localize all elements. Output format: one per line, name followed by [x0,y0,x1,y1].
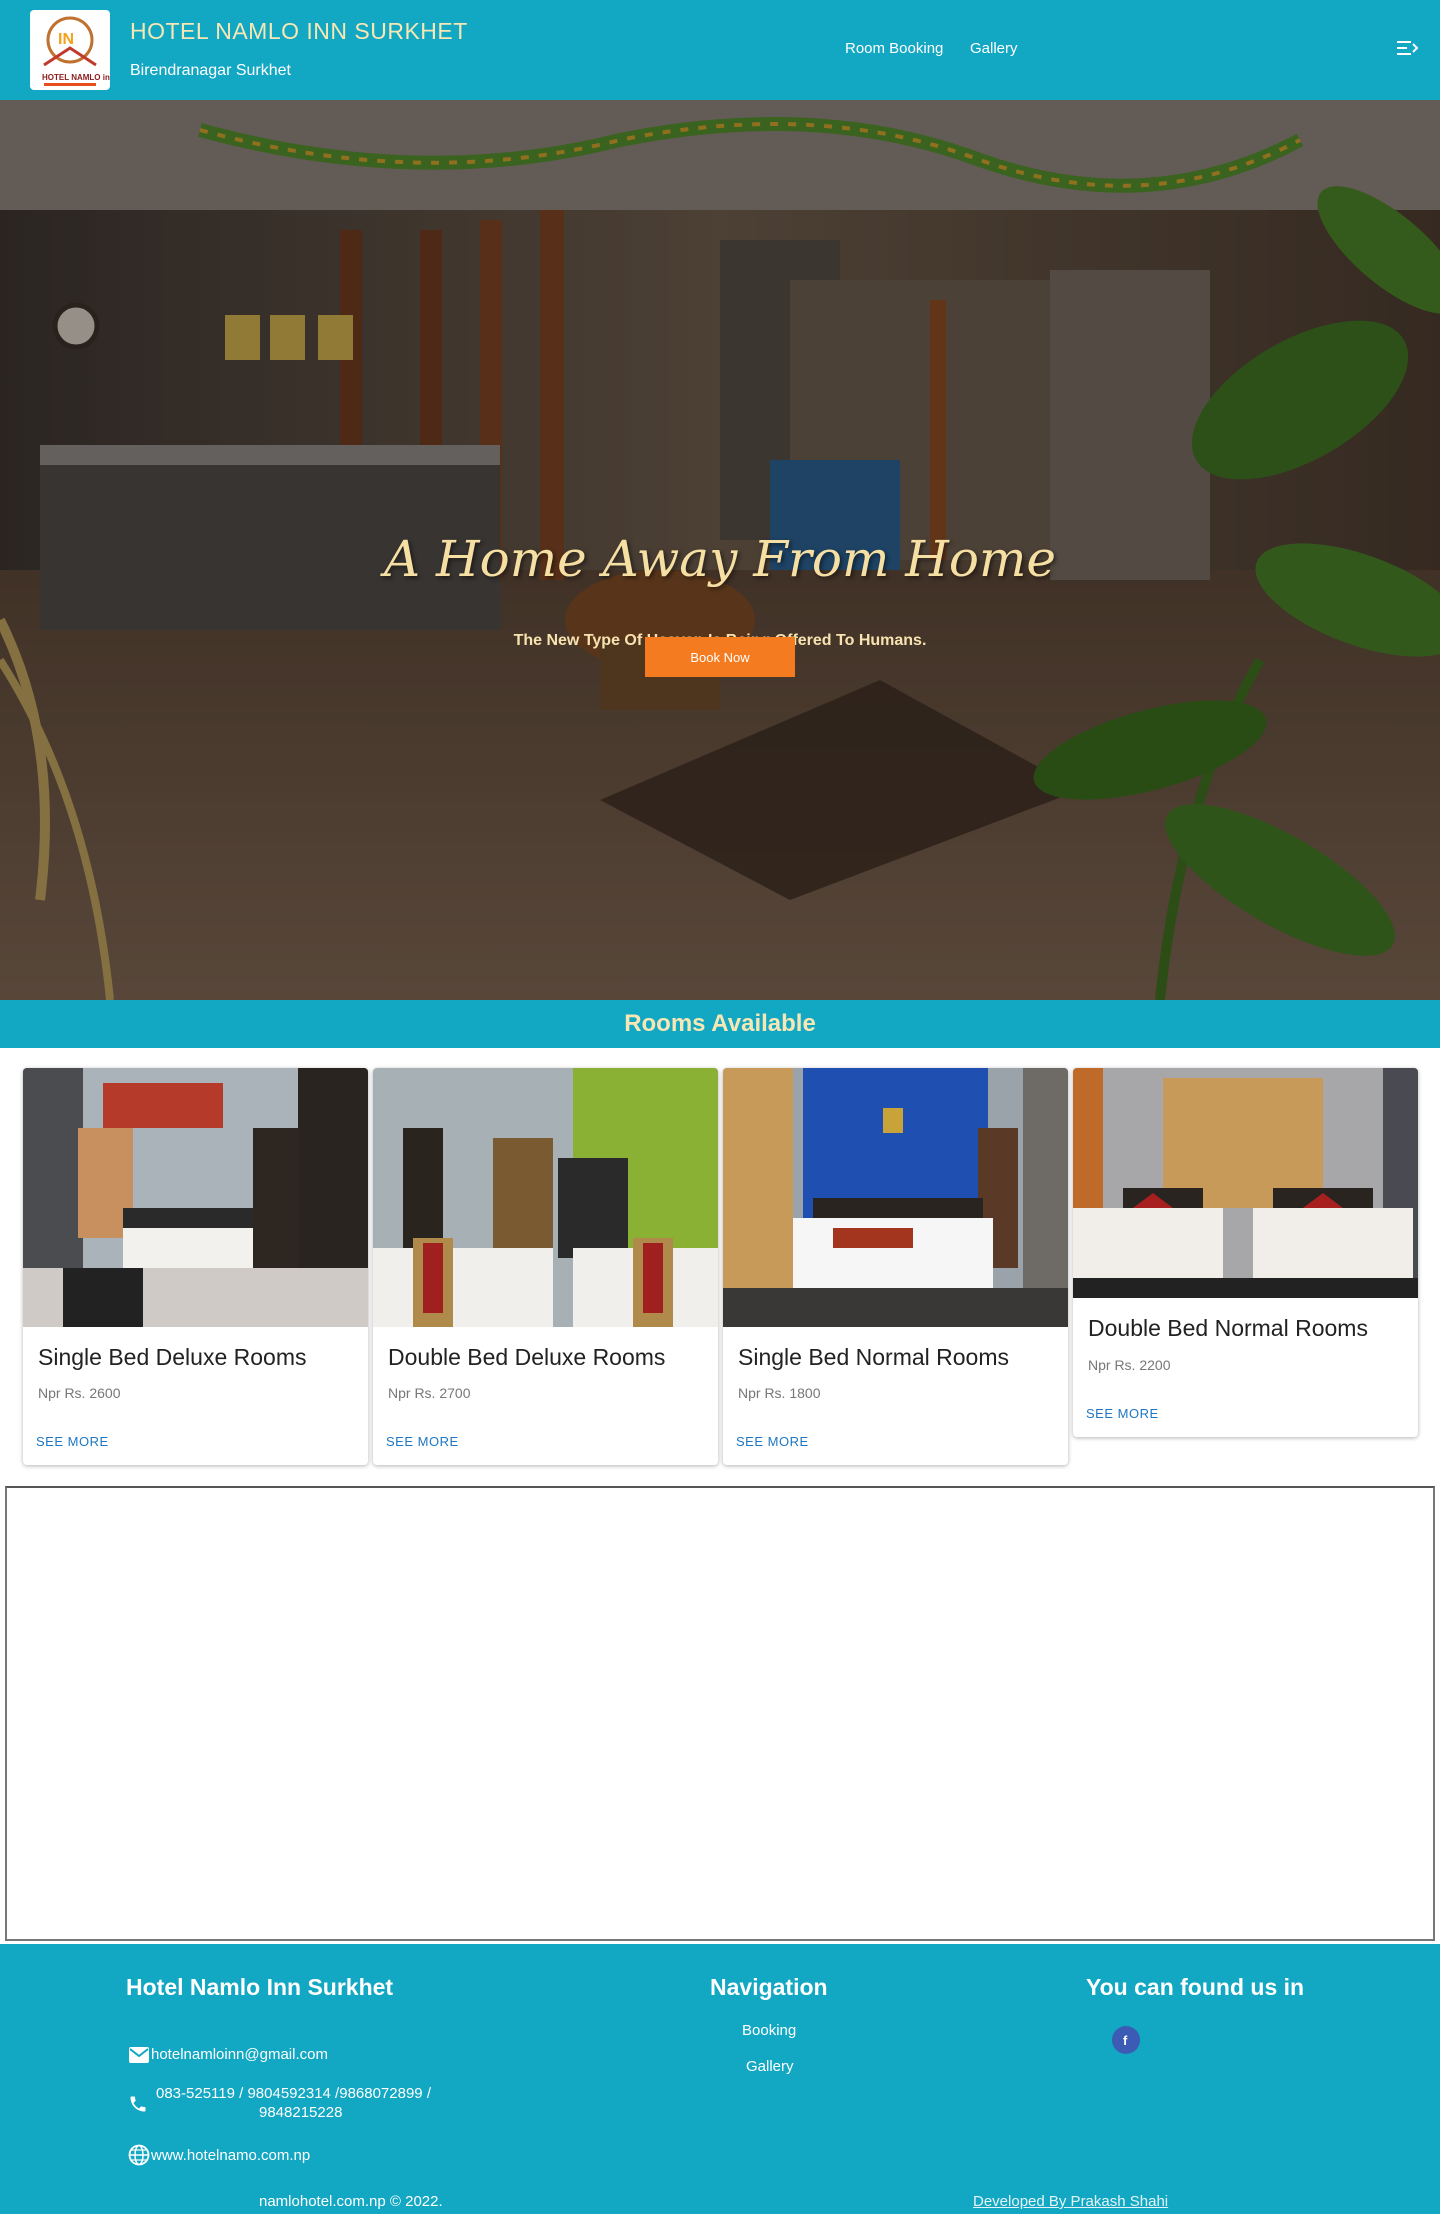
footer-nav-gallery[interactable]: Gallery [746,2058,794,2075]
hero-section: A Home Away From Home The New Type Of He… [0,100,1440,1000]
room-price: Npr Rs. 2200 [1088,1357,1171,1373]
room-title: Double Bed Deluxe Rooms [388,1344,666,1370]
room-card[interactable]: Double Bed Deluxe Rooms Npr Rs. 2700 SEE… [373,1068,718,1465]
facebook-icon[interactable]: f [1112,2026,1140,2054]
nav-room-booking[interactable]: Room Booking [845,40,943,57]
site-subtitle: Birendranagar Surkhet [130,62,291,79]
menu-icon[interactable] [1395,37,1421,59]
room-price: Npr Rs. 1800 [738,1385,821,1401]
book-now-button[interactable]: Book Now [645,637,795,677]
see-more-link[interactable]: SEE MORE [36,1434,109,1449]
room-image[interactable] [23,1068,368,1327]
footer-phone-line1[interactable]: 083-525119 / 9804592314 /9868072899 / [156,2085,431,2102]
footer-email[interactable]: hotelnamloinn@gmail.com [151,2046,328,2063]
room-price: Npr Rs. 2700 [388,1385,471,1401]
room-card[interactable]: Single Bed Deluxe Rooms Npr Rs. 2600 SEE… [23,1068,368,1465]
see-more-link[interactable]: SEE MORE [386,1434,459,1449]
map-embed-frame[interactable] [5,1486,1435,1941]
developer-credit-link[interactable]: Developed By Prakash Shahi [973,2193,1168,2210]
globe-icon [128,2144,150,2166]
email-icon [129,2047,149,2063]
room-title: Single Bed Deluxe Rooms [38,1344,307,1370]
logo-text: HOTEL NAMLO inn [42,73,110,82]
room-price: Npr Rs. 2600 [38,1385,121,1401]
room-image[interactable] [1073,1068,1418,1298]
hero-title: A Home Away From Home [384,530,1056,588]
svg-text:IN: IN [58,31,74,48]
footer-social-heading: You can found us in [1086,1974,1305,2000]
rooms-heading-band: Rooms Available [0,1000,1440,1048]
footer-website[interactable]: www.hotelnamo.com.np [151,2147,310,2164]
room-title: Single Bed Normal Rooms [738,1344,1010,1370]
see-more-link[interactable]: SEE MORE [1086,1406,1159,1421]
footer-copyright: namlohotel.com.np © 2022. [259,2193,443,2210]
room-title: Double Bed Normal Rooms [1088,1315,1368,1341]
see-more-link[interactable]: SEE MORE [736,1434,809,1449]
phone-icon [130,2096,146,2112]
footer-nav-heading: Navigation [710,1974,828,2000]
rooms-heading: Rooms Available [624,1010,816,1037]
room-image[interactable] [373,1068,718,1327]
room-card[interactable]: Single Bed Normal Rooms Npr Rs. 1800 SEE… [723,1068,1068,1465]
room-image[interactable] [723,1068,1068,1327]
room-card[interactable]: Double Bed Normal Rooms Npr Rs. 2200 SEE… [1073,1068,1418,1437]
site-footer: Hotel Namlo Inn Surkhet hotelnamloinn@gm… [0,1944,1440,2214]
hotel-logo[interactable]: IN HOTEL NAMLO inn [30,10,115,90]
site-title[interactable]: HOTEL NAMLO INN SURKHET [130,18,468,45]
nav-gallery[interactable]: Gallery [970,40,1018,57]
footer-phone-line2[interactable]: 9848215228 [259,2104,342,2121]
svg-text:f: f [1123,2033,1128,2048]
footer-nav-booking[interactable]: Booking [742,2022,796,2039]
site-header: IN HOTEL NAMLO inn HOTEL NAMLO INN SURKH… [0,0,1440,100]
footer-brand: Hotel Namlo Inn Surkhet [126,1974,394,2000]
